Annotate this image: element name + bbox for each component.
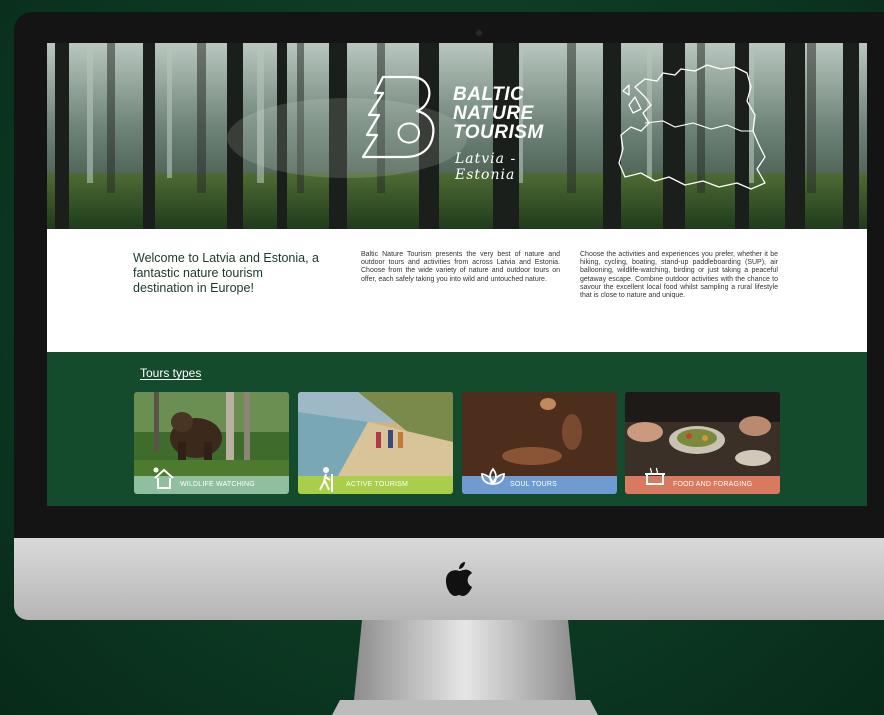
tours-section: Tours types WILDLIFE WATCHING ACTIVE TOU… xyxy=(47,352,867,506)
lotus-icon xyxy=(481,467,505,486)
tour-card-wildlife[interactable]: WILDLIFE WATCHING xyxy=(134,392,289,494)
tour-card-label: SOUL TOURS xyxy=(510,481,557,488)
brand-logo-b xyxy=(361,75,435,159)
intro-section: Welcome to Latvia and Estonia, a fantast… xyxy=(47,229,867,352)
tours-heading[interactable]: Tours types xyxy=(140,366,201,380)
brand-title-line3: TOURISM xyxy=(453,122,544,143)
brand-subtitle: Latvia - Estonia xyxy=(455,151,516,183)
camera-icon xyxy=(476,30,482,36)
brand-title: BALTIC NATURE TOURISM xyxy=(453,85,544,142)
desktop-background: BALTIC NATURE TOURISM Latvia - Estonia W… xyxy=(0,0,884,715)
tour-card-active[interactable]: ACTIVE TOURISM xyxy=(298,392,453,494)
pot-icon xyxy=(645,467,665,485)
imac-stand xyxy=(332,620,598,715)
imac-chin xyxy=(14,538,884,620)
tour-card-label: ACTIVE TOURISM xyxy=(346,481,409,488)
beach-hikers-photo xyxy=(298,392,453,476)
tour-card-soul[interactable]: SOUL TOURS xyxy=(462,392,617,494)
apple-logo-icon xyxy=(446,562,472,596)
tour-card-label: FOOD AND FORAGING xyxy=(673,481,753,488)
baltic-map-outline xyxy=(618,64,766,190)
hero-banner: BALTIC NATURE TOURISM Latvia - Estonia xyxy=(47,43,867,229)
binoculars-tower-icon xyxy=(153,467,174,489)
sauna-photo xyxy=(462,392,617,476)
brand-title-line1: BALTIC xyxy=(453,84,525,105)
hiker-icon xyxy=(319,467,333,492)
bear-photo xyxy=(134,392,289,476)
brand-subtitle-line1: Latvia - xyxy=(455,151,517,167)
tour-card-food[interactable]: FOOD AND FORAGING xyxy=(625,392,780,494)
intro-column-1: Baltic Nature Tourism presents the very … xyxy=(361,251,560,283)
website-screen: BALTIC NATURE TOURISM Latvia - Estonia W… xyxy=(47,43,867,506)
brand-subtitle-line2: Estonia xyxy=(455,167,516,183)
tour-card-label: WILDLIFE WATCHING xyxy=(180,481,255,488)
welcome-heading: Welcome to Latvia and Estonia, a fantast… xyxy=(133,251,319,295)
intro-column-2: Choose the activities and experiences yo… xyxy=(580,251,778,300)
food-table-photo xyxy=(625,392,780,476)
brand-title-line2: NATURE xyxy=(453,103,534,124)
